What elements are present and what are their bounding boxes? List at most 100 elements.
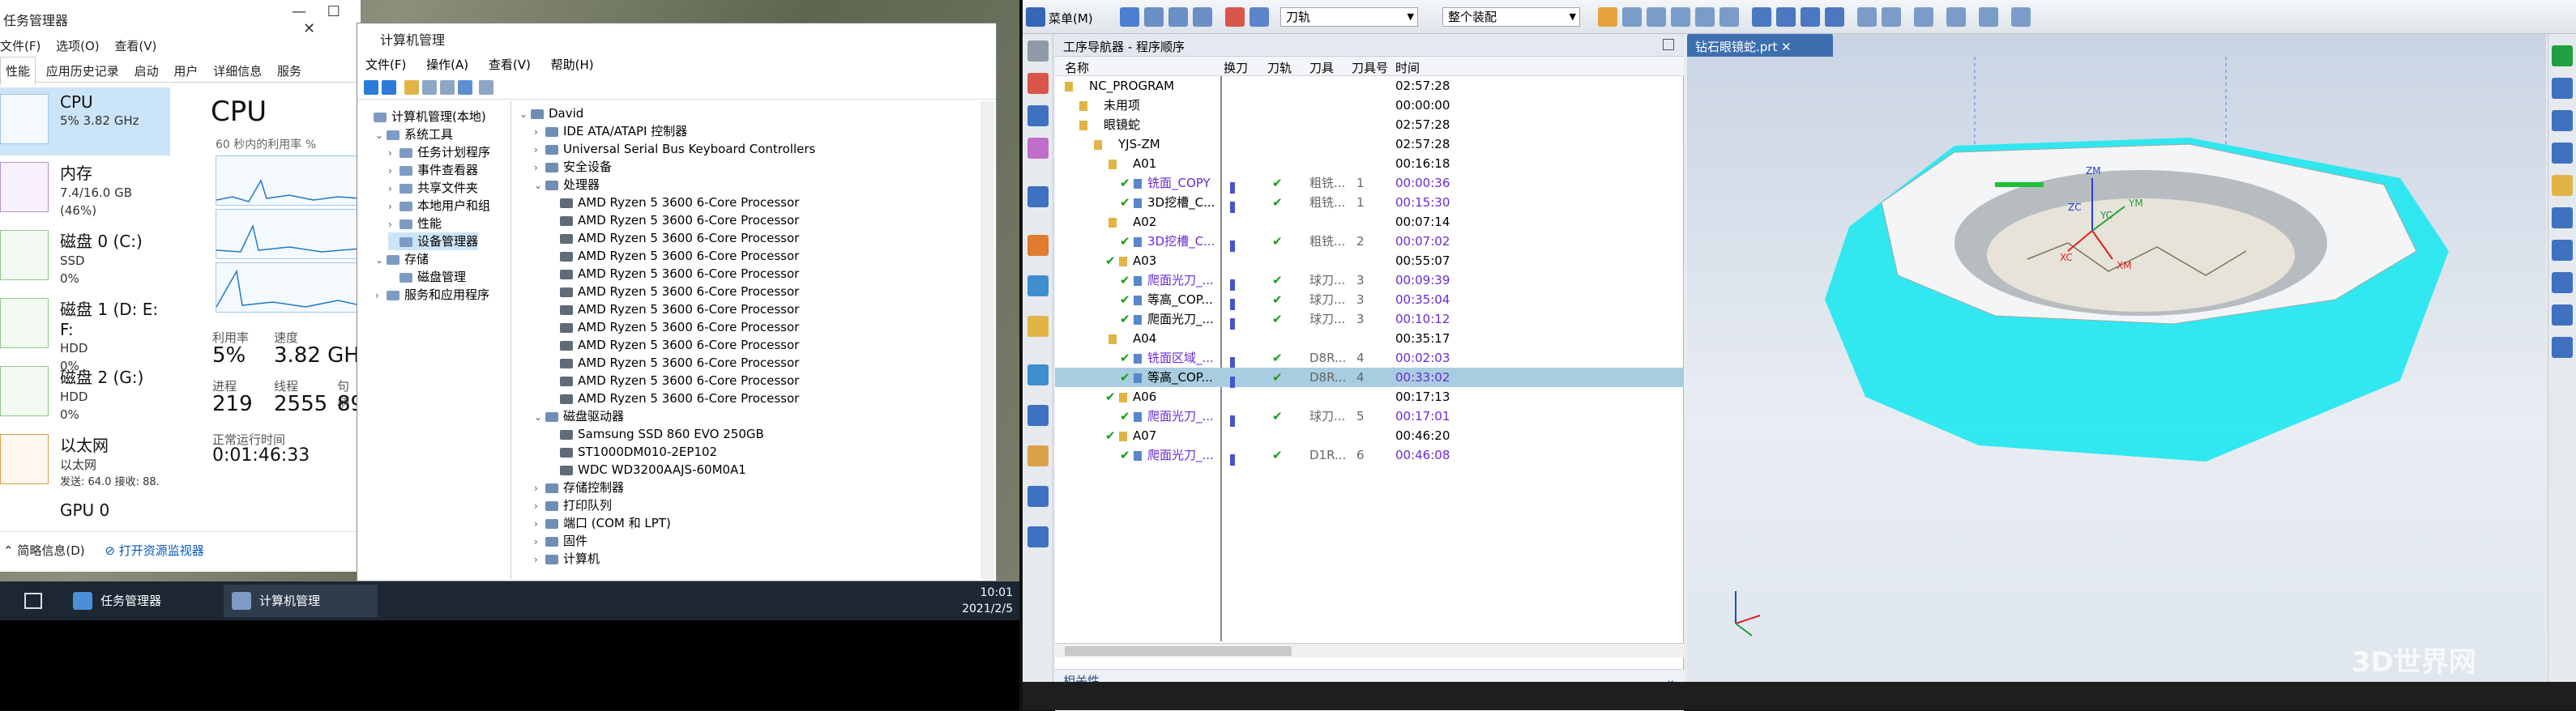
operation-row[interactable]: ✔ 3D挖槽_C... ✔ 粗铣... 1 00:15:30 bbox=[1055, 193, 1684, 213]
manufacturing-wizard-icon[interactable] bbox=[1027, 526, 1049, 547]
device-node[interactable]: ST1000DM010-2EP102 bbox=[549, 443, 717, 461]
device-node[interactable]: › 端口 (COM 和 LPT) bbox=[534, 514, 671, 532]
expander-icon[interactable]: ⌄ bbox=[519, 105, 531, 123]
device-node[interactable]: › IDE ATA/ATAPI 控制器 bbox=[534, 122, 687, 140]
menu-action[interactable]: 操作(A) bbox=[426, 57, 468, 72]
constraint-navigator-icon[interactable] bbox=[1027, 186, 1049, 207]
menu-view[interactable]: 查看(V) bbox=[489, 57, 531, 72]
device-node[interactable]: ⌄ 处理器 bbox=[534, 176, 600, 194]
expander-icon[interactable]: › bbox=[534, 479, 545, 497]
assembly-scope-select[interactable]: 整个装配 ▼ bbox=[1442, 7, 1580, 27]
operation-row[interactable]: ✔ 铣面区域_... ✔ D8R... 4 00:02:03 bbox=[1055, 348, 1684, 368]
device-node[interactable]: WDC WD3200AAJS-60M0A1 bbox=[549, 461, 746, 479]
tree-node[interactable]: › 服务和应用程序 bbox=[375, 286, 489, 304]
help-icon[interactable] bbox=[458, 80, 472, 95]
part-tab[interactable]: 钻石眼镜蛇.prt ✕ bbox=[1687, 34, 1833, 57]
reuse-library-icon[interactable] bbox=[1027, 235, 1049, 256]
filter-icon[interactable] bbox=[1225, 7, 1245, 27]
expander-icon[interactable]: ⌄ bbox=[375, 126, 387, 144]
box-select-icon[interactable] bbox=[1695, 7, 1715, 27]
device-node[interactable]: › 固件 bbox=[534, 532, 587, 550]
device-node[interactable]: AMD Ryzen 5 3600 6-Core Processor bbox=[549, 318, 799, 336]
col-tool[interactable]: 刀具 bbox=[1309, 59, 1334, 76]
menu-options[interactable]: 选项(O) bbox=[56, 39, 100, 53]
expander-icon[interactable]: › bbox=[534, 515, 545, 533]
operation-row[interactable]: ✔ 爬面光刀_... ✔ 球刀... 3 00:10:12 bbox=[1055, 309, 1684, 330]
perf-item-disk0[interactable]: 磁盘 0 (C:) SSD 0% bbox=[0, 224, 170, 292]
tab-details[interactable]: 详细信息 bbox=[208, 57, 267, 84]
tab-startup[interactable]: 启动 bbox=[130, 57, 164, 84]
device-node[interactable]: › 安全设备 bbox=[534, 158, 612, 176]
expander-icon[interactable]: › bbox=[375, 287, 387, 304]
col-tool-number[interactable]: 刀具号 bbox=[1352, 59, 1388, 76]
expander-icon[interactable]: › bbox=[388, 180, 399, 198]
tree-node[interactable]: ⌄ 系统工具 bbox=[375, 126, 453, 143]
operation-row[interactable]: ✔ 铣面_COPY ✔ 粗铣... 1 00:00:36 bbox=[1055, 173, 1684, 194]
operation-row[interactable]: 眼镜蛇 02:57:28 bbox=[1055, 115, 1684, 134]
device-node[interactable]: AMD Ryzen 5 3600 6-Core Processor bbox=[549, 354, 799, 372]
rotate-icon[interactable] bbox=[1801, 7, 1820, 27]
settings-icon[interactable] bbox=[1979, 7, 1998, 27]
show-hide-tree-icon[interactable] bbox=[422, 80, 437, 95]
tree-node[interactable]: › 事件查看器 bbox=[388, 161, 478, 179]
forward-icon[interactable] bbox=[382, 80, 396, 95]
restore-icon[interactable] bbox=[1663, 39, 1674, 50]
operation-icon[interactable] bbox=[2552, 175, 2573, 196]
operation-row[interactable]: ✔ 等高_COP... ✔ D8R... 4 00:33:02 bbox=[1055, 368, 1684, 388]
device-node[interactable]: AMD Ryzen 5 3600 6-Core Processor bbox=[549, 336, 799, 354]
col-tool-change[interactable]: 换刀 bbox=[1224, 59, 1248, 76]
tab-app-history[interactable]: 应用历史记录 bbox=[41, 57, 124, 84]
expander-icon[interactable]: ⌄ bbox=[534, 408, 545, 426]
device-node[interactable]: AMD Ryzen 5 3600 6-Core Processor bbox=[549, 372, 799, 390]
generate-icon[interactable] bbox=[1250, 7, 1269, 27]
properties-icon[interactable] bbox=[440, 80, 455, 95]
program-order-view-icon[interactable] bbox=[1120, 7, 1139, 27]
expander-icon[interactable]: › bbox=[534, 533, 545, 551]
expander-icon[interactable]: › bbox=[534, 497, 545, 515]
browser-icon[interactable] bbox=[1027, 316, 1049, 337]
taskbar-computer-management[interactable]: 计算机管理 bbox=[224, 585, 378, 617]
shading-icon[interactable] bbox=[1882, 7, 1901, 27]
navigator-hscrollbar[interactable] bbox=[1055, 643, 1684, 658]
render-icon[interactable] bbox=[1914, 7, 1933, 27]
device-node[interactable]: AMD Ryzen 5 3600 6-Core Processor bbox=[549, 194, 799, 211]
operation-row[interactable]: A01 00:16:18 bbox=[1055, 154, 1684, 173]
graphics-window[interactable]: 钻石眼镜蛇.prt ✕ ZM ZC YC YM XC XM bbox=[1687, 34, 2546, 682]
perf-item-memory[interactable]: 内存 7.4/16.0 GB (46%) bbox=[0, 155, 170, 224]
device-node[interactable]: AMD Ryzen 5 3600 6-Core Processor bbox=[549, 283, 799, 300]
device-scrollbar[interactable] bbox=[981, 101, 994, 579]
view-orient-icon[interactable] bbox=[1946, 7, 1966, 27]
device-node[interactable]: › 计算机 bbox=[534, 550, 600, 568]
menu-view[interactable]: 查看(V) bbox=[114, 39, 156, 53]
tree-node[interactable]: › 共享文件夹 bbox=[388, 179, 478, 197]
measure-icon[interactable] bbox=[2011, 7, 2031, 27]
expander-icon[interactable]: ⌄ bbox=[375, 251, 387, 269]
col-time[interactable]: 时间 bbox=[1395, 59, 1420, 76]
postprocess-icon[interactable] bbox=[2552, 272, 2573, 293]
operation-row[interactable]: ✔ 3D挖槽_C... ✔ 粗铣... 2 00:07:02 bbox=[1055, 232, 1684, 252]
shop-doc-icon[interactable] bbox=[2552, 304, 2573, 326]
device-node[interactable]: › Universal Serial Bus Keyboard Controlle… bbox=[534, 140, 815, 158]
brief-details-link[interactable]: ⌃ 简略信息(D) bbox=[3, 543, 85, 558]
simulate-icon[interactable] bbox=[2552, 240, 2573, 261]
select-icon[interactable] bbox=[1598, 7, 1617, 27]
device-node[interactable]: ⌄ 磁盘驱动器 bbox=[534, 407, 624, 425]
device-node[interactable]: AMD Ryzen 5 3600 6-Core Processor bbox=[549, 390, 799, 407]
tab-services[interactable]: 服务 bbox=[272, 57, 306, 84]
operation-row[interactable]: ✔ A07 00:46:20 bbox=[1055, 426, 1684, 445]
device-node[interactable]: AMD Ryzen 5 3600 6-Core Processor bbox=[549, 229, 799, 247]
expander-icon[interactable]: › bbox=[388, 215, 399, 233]
col-path[interactable]: 刀轨 bbox=[1267, 59, 1292, 76]
device-node[interactable]: › 存储控制器 bbox=[534, 479, 624, 496]
zoom-icon[interactable] bbox=[1776, 7, 1796, 27]
menu-button[interactable]: 菜单(M) bbox=[1049, 10, 1093, 27]
check-icon[interactable] bbox=[2552, 45, 2573, 66]
expander-icon[interactable]: › bbox=[388, 144, 399, 162]
operation-row[interactable]: ✔ A06 00:17:13 bbox=[1055, 387, 1684, 407]
device-node[interactable]: AMD Ryzen 5 3600 6-Core Processor bbox=[549, 247, 799, 265]
system-materials-icon[interactable] bbox=[1027, 445, 1049, 466]
expander-icon[interactable]: › bbox=[534, 141, 545, 159]
operation-row[interactable]: ✔ A03 00:55:07 bbox=[1055, 251, 1684, 270]
tree-node[interactable]: ⌄ 存储 bbox=[375, 250, 429, 268]
device-node[interactable]: AMD Ryzen 5 3600 6-Core Processor bbox=[549, 265, 799, 283]
